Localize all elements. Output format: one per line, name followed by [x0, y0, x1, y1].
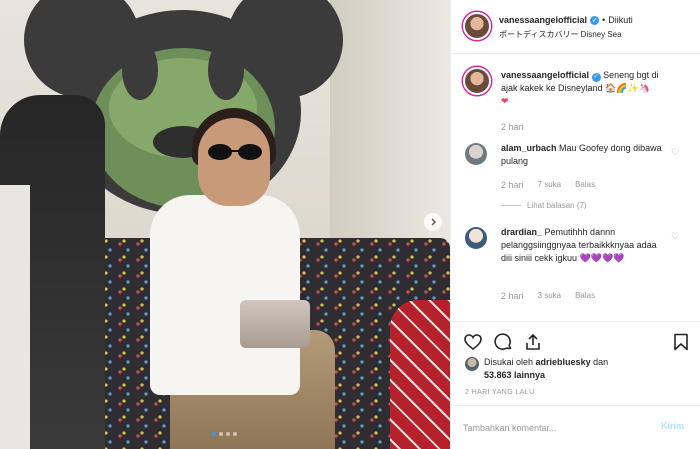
- liked-by-prefix: Disukai oleh: [484, 357, 534, 367]
- photo-sunglasses: [208, 144, 262, 160]
- caption-meta: 2 hari: [501, 122, 524, 132]
- follow-separator: •: [602, 15, 606, 25]
- comment-reply-button[interactable]: Balas: [575, 291, 595, 301]
- post-side-panel: vanessaangelofficial ✓ • Diikuti ポートディスカ…: [450, 0, 700, 449]
- post-photo[interactable]: [0, 0, 450, 449]
- author-line: vanessaangelofficial ✓ • Diikuti: [499, 15, 633, 25]
- caption-verified-icon: ✓: [591, 73, 601, 82]
- comment-username[interactable]: alam_urbach: [501, 143, 557, 153]
- liker-avatar[interactable]: [465, 357, 479, 371]
- comment-avatar[interactable]: [465, 143, 487, 165]
- caption-avatar[interactable]: [463, 67, 491, 95]
- carousel-dot-active: [212, 432, 216, 436]
- carousel-next-button[interactable]: [424, 213, 442, 231]
- bookmark-icon[interactable]: [671, 332, 691, 352]
- chevron-right-icon: [431, 218, 436, 226]
- author-avatar[interactable]: [463, 12, 491, 40]
- comment-bubble-icon[interactable]: [493, 332, 513, 352]
- comment-username[interactable]: drardian_: [501, 227, 542, 237]
- photo-handbag: [240, 300, 310, 348]
- liked-by-count[interactable]: 53.863 lainnya: [484, 370, 545, 380]
- photo-woman-body: [150, 195, 300, 395]
- liked-by: Disukai oleh adriebluesky dan 53.863 lai…: [465, 356, 608, 382]
- view-replies-label: Lihat balasan (7): [527, 201, 587, 210]
- comment-text: alam_urbach Mau Goofey dong dibawa pulan…: [501, 142, 669, 168]
- author-username[interactable]: vanessaangelofficial: [499, 15, 587, 25]
- comment-time[interactable]: 2 hari: [501, 291, 524, 301]
- comment-meta: 2 hari 3 suka Balas: [501, 291, 595, 301]
- carousel-indicator: [212, 432, 237, 436]
- carousel-dot: [233, 432, 237, 436]
- heart-outline-icon[interactable]: [463, 332, 483, 352]
- replies-line: [501, 205, 521, 206]
- caption-username[interactable]: vanessaangelofficial: [501, 70, 589, 80]
- add-comment-bar: Kirim: [451, 405, 700, 449]
- photo-woman-face: [198, 118, 270, 206]
- follow-status-button[interactable]: Diikuti: [608, 15, 633, 25]
- post-comment-button[interactable]: Kirim: [661, 421, 684, 431]
- comment-reply-button[interactable]: Balas: [575, 180, 595, 190]
- caption-text: vanessaangelofficial ✓ Seneng bgt di aja…: [501, 69, 669, 108]
- liked-by-text: Disukai oleh adriebluesky dan 53.863 lai…: [484, 356, 608, 382]
- post-actions: [451, 321, 700, 361]
- liked-by-connector: dan: [593, 357, 609, 367]
- photo-person-right: [390, 300, 450, 449]
- comment-time[interactable]: 2 hari: [501, 180, 524, 190]
- comment-likes[interactable]: 3 suka: [538, 291, 562, 301]
- view-replies-button[interactable]: Lihat balasan (7): [501, 201, 587, 210]
- comment-like-heart-icon[interactable]: ♡: [671, 231, 679, 242]
- caption-time[interactable]: 2 hari: [501, 122, 524, 132]
- post-date[interactable]: 2 HARI YANG LALU: [465, 389, 535, 396]
- caption-emoji: 🏠🌈✨🦄: [605, 83, 650, 93]
- comment-text: drardian_ Pemutihhh dannn pelanggsiinggn…: [501, 226, 669, 265]
- comment-meta: 2 hari 7 suka Balas: [501, 180, 595, 190]
- comment-likes[interactable]: 7 suka: [538, 180, 562, 190]
- post-header: vanessaangelofficial ✓ • Diikuti ポートディスカ…: [451, 0, 700, 54]
- carousel-dot: [226, 432, 230, 436]
- photo-person-left-shirt: [0, 185, 30, 449]
- liked-by-user[interactable]: adriebluesky: [536, 357, 591, 367]
- comment-input[interactable]: [463, 418, 653, 438]
- post-location[interactable]: ポートディスカバリー Disney Sea: [499, 29, 622, 40]
- verified-badge-icon: ✓: [590, 15, 600, 25]
- comment-like-heart-icon[interactable]: ♡: [671, 147, 679, 158]
- carousel-dot: [219, 432, 223, 436]
- comment-avatar[interactable]: [465, 227, 487, 249]
- comments-section: vanessaangelofficial ✓ Seneng bgt di aja…: [451, 55, 700, 321]
- caption-heart-icon: ❤: [501, 96, 509, 106]
- comment-emoji: 💜💜💜💜: [579, 253, 625, 263]
- share-icon[interactable]: [523, 332, 543, 352]
